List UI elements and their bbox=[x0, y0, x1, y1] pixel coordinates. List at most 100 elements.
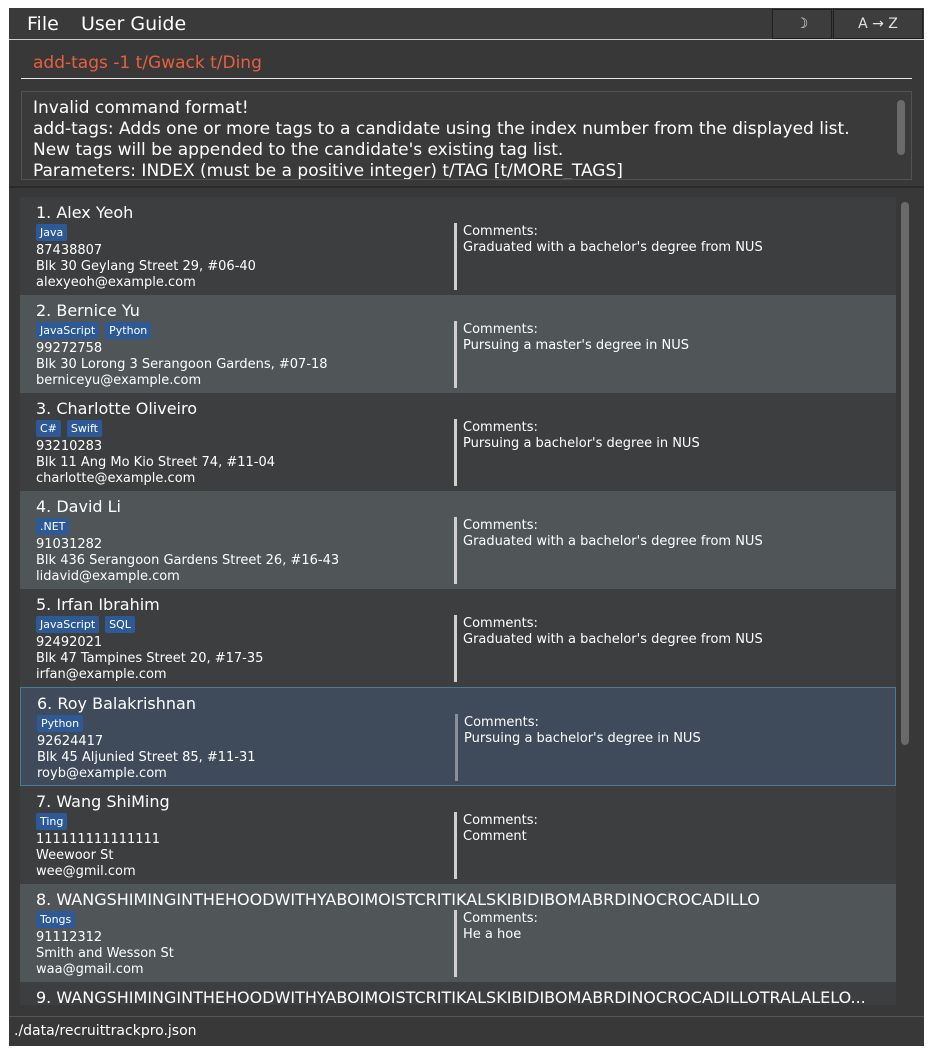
candidate-card[interactable]: 8. WANGSHIMINGINTHEHOODWITHYABOIMOISTCRI… bbox=[20, 884, 896, 982]
comments-label: Comments: bbox=[463, 420, 538, 435]
result-scrollbar[interactable] bbox=[897, 100, 905, 155]
tag: Java bbox=[36, 224, 68, 241]
candidate-card[interactable]: 2. Bernice Yu JavaScript Python 99272758… bbox=[20, 295, 896, 393]
comment-divider bbox=[454, 812, 457, 879]
app-window: File User Guide ☽ A → Z add-tags -1 t/Gw… bbox=[9, 8, 924, 1046]
result-line: Parameters: INDEX (must be a positive in… bbox=[33, 161, 623, 180]
candidate-phone: 92492021 bbox=[36, 635, 103, 650]
candidate-email: waa@gmail.com bbox=[36, 962, 144, 977]
comment-divider bbox=[454, 321, 457, 388]
user-guide-menu[interactable]: User Guide bbox=[81, 13, 186, 35]
tag: Python bbox=[37, 715, 84, 732]
result-line: Invalid command format! bbox=[33, 98, 249, 118]
tag: Python bbox=[105, 322, 152, 339]
candidate-card-selected[interactable]: 6. Roy Balakrishnan Python 92624417 Blk … bbox=[20, 687, 896, 786]
candidate-address: Weewoor St bbox=[36, 848, 114, 863]
comments-text: Pursuing a master's degree in NUS bbox=[463, 338, 690, 353]
comment-divider bbox=[454, 615, 457, 682]
candidate-email: wee@gmil.com bbox=[36, 864, 136, 879]
sort-button[interactable]: A → Z bbox=[833, 9, 923, 39]
comment-divider bbox=[455, 714, 458, 781]
candidate-address: Blk 11 Ang Mo Kio Street 74, #11-04 bbox=[36, 455, 276, 470]
candidate-card[interactable]: 5. Irfan Ibrahim JavaScript SQL 92492021… bbox=[20, 589, 896, 687]
candidate-phone: 99272758 bbox=[36, 341, 103, 356]
candidate-address: Smith and Wesson St bbox=[36, 946, 174, 961]
tag: SQL bbox=[105, 616, 135, 633]
command-input[interactable]: add-tags -1 t/Gwack t/Ding bbox=[33, 53, 262, 73]
candidate-phone: 93210283 bbox=[36, 439, 103, 454]
result-display: Invalid command format! add-tags: Adds o… bbox=[21, 91, 912, 180]
comments-text: Pursuing a bachelor's degree in NUS bbox=[463, 436, 700, 451]
moon-icon: ☽ bbox=[795, 16, 809, 32]
tag-list: JavaScript SQL bbox=[36, 616, 141, 633]
candidate-name: 9. WANGSHIMINGINTHEHOODWITHYABOIMOISTCRI… bbox=[36, 988, 866, 1005]
candidate-card[interactable]: 7. Wang ShiMing Ting 111111111111111 Wee… bbox=[20, 786, 896, 884]
result-line: New tags will be appended to the candida… bbox=[33, 140, 564, 160]
tag-list: JavaScript Python bbox=[36, 322, 157, 339]
candidate-address: Blk 47 Tampines Street 20, #17-35 bbox=[36, 651, 264, 666]
candidate-address: Blk 30 Geylang Street 29, #06-40 bbox=[36, 259, 256, 274]
tag: Swift bbox=[66, 420, 102, 437]
candidate-email: royb@example.com bbox=[37, 766, 167, 781]
candidate-card[interactable]: 4. David Li .NET 91031282 Blk 436 Serang… bbox=[20, 491, 896, 589]
candidate-name: 6. Roy Balakrishnan bbox=[37, 694, 196, 713]
candidate-email: charlotte@example.com bbox=[36, 471, 196, 486]
list-scrollbar[interactable] bbox=[901, 202, 909, 745]
theme-toggle-button[interactable]: ☽ bbox=[772, 9, 832, 39]
tag: Ting bbox=[36, 813, 68, 830]
status-bar: ./data/recruittrackpro.json bbox=[9, 1016, 924, 1046]
candidate-address: Blk 436 Serangoon Gardens Street 26, #16… bbox=[36, 553, 340, 568]
candidate-name: 8. WANGSHIMINGINTHEHOODWITHYABOIMOISTCRI… bbox=[36, 890, 760, 909]
tag-list: C# Swift bbox=[36, 420, 108, 437]
comments-text: He a hoe bbox=[463, 927, 522, 942]
comments-label: Comments: bbox=[464, 715, 539, 730]
candidate-address: Blk 45 Aljunied Street 85, #11-31 bbox=[37, 750, 256, 765]
tag: JavaScript bbox=[36, 322, 100, 339]
candidate-name: 1. Alex Yeoh bbox=[36, 203, 134, 222]
candidate-phone: 87438807 bbox=[36, 243, 103, 258]
tag: Tongs bbox=[36, 911, 76, 928]
comments-text: Graduated with a bachelor's degree from … bbox=[463, 632, 763, 647]
candidate-card[interactable]: 1. Alex Yeoh Java 87438807 Blk 30 Geylan… bbox=[20, 197, 896, 295]
comments-label: Comments: bbox=[463, 322, 538, 337]
comments-label: Comments: bbox=[463, 224, 538, 239]
comments-label: Comments: bbox=[463, 911, 538, 926]
comments-text: Comment bbox=[463, 829, 527, 844]
candidate-name: 7. Wang ShiMing bbox=[36, 792, 170, 811]
comments-label: Comments: bbox=[463, 813, 538, 828]
candidate-name: 4. David Li bbox=[36, 497, 121, 516]
candidate-card[interactable]: 3. Charlotte Oliveiro C# Swift 93210283 … bbox=[20, 393, 896, 491]
tag: JavaScript bbox=[36, 616, 100, 633]
data-file-path: ./data/recruittrackpro.json bbox=[14, 1023, 197, 1039]
candidate-phone: 92624417 bbox=[37, 734, 104, 749]
comments-label: Comments: bbox=[463, 616, 538, 631]
candidate-name: 3. Charlotte Oliveiro bbox=[36, 399, 198, 418]
tag-list: Ting bbox=[36, 813, 73, 830]
comment-divider bbox=[454, 910, 457, 977]
candidate-email: alexyeoh@example.com bbox=[36, 275, 196, 290]
comment-divider bbox=[454, 517, 457, 584]
tag-list: Tongs bbox=[36, 911, 81, 928]
candidate-name: 2. Bernice Yu bbox=[36, 301, 140, 320]
tag-list: .NET bbox=[36, 518, 75, 535]
candidate-phone: 91112312 bbox=[36, 930, 103, 945]
candidate-phone: 111111111111111 bbox=[36, 832, 161, 847]
comment-divider bbox=[454, 419, 457, 486]
candidate-email: berniceyu@example.com bbox=[36, 373, 202, 388]
candidate-phone: 91031282 bbox=[36, 537, 103, 552]
candidate-email: irfan@example.com bbox=[36, 667, 167, 682]
comments-label: Comments: bbox=[463, 518, 538, 533]
candidate-list: 1. Alex Yeoh Java 87438807 Blk 30 Geylan… bbox=[20, 197, 898, 1005]
divider bbox=[9, 186, 924, 188]
candidate-card[interactable]: 9. WANGSHIMINGINTHEHOODWITHYABOIMOISTCRI… bbox=[20, 982, 896, 1005]
tag-list: Java bbox=[36, 224, 73, 241]
comments-text: Graduated with a bachelor's degree from … bbox=[463, 534, 763, 549]
tag: .NET bbox=[36, 518, 70, 535]
comment-divider bbox=[454, 223, 457, 290]
file-menu[interactable]: File bbox=[27, 13, 59, 35]
command-box[interactable]: add-tags -1 t/Gwack t/Ding bbox=[21, 46, 912, 79]
candidate-email: lidavid@example.com bbox=[36, 569, 180, 584]
comments-text: Pursuing a bachelor's degree in NUS bbox=[464, 731, 701, 746]
tag-list: Python bbox=[37, 715, 89, 732]
candidate-address: Blk 30 Lorong 3 Serangoon Gardens, #07-1… bbox=[36, 357, 328, 372]
